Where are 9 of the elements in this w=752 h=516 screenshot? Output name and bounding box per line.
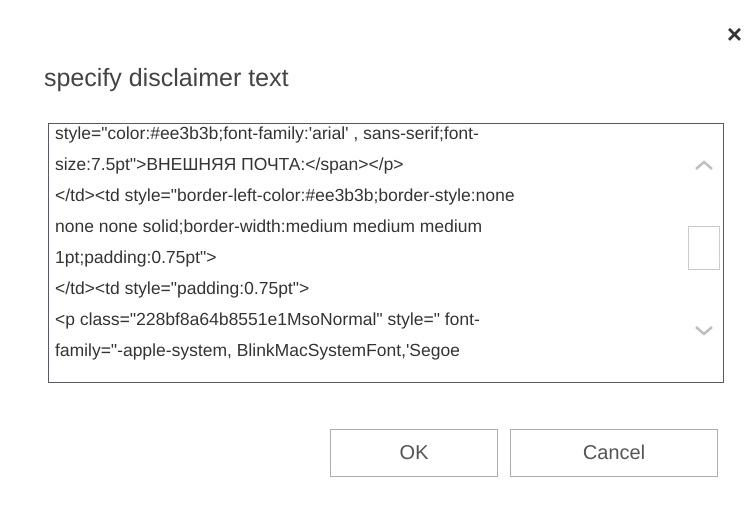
- cancel-button[interactable]: Cancel: [510, 429, 718, 477]
- field-text: style="color:#ee3b3b;font-family:'arial' , sans-serif;font- size:7.5pt">ВНЕШНЯЯ ПОЧТА:</span></p> </td><td style="border-left-color:#ee3b3b;border-style:none none none solid;border-width:medium medium medium 1pt;padding:0.75pt"> </td><td style="padding:0.75pt"> <p class="228bf8a64b8551e1MsoNormal" style=" font- family="-apple-system, BlinkMacSystemFont,'Segoe: [54, 124, 516, 362]
- close-button[interactable]: ×: [726, 18, 742, 50]
- scroll-up-icon[interactable]: [695, 160, 713, 170]
- scrollbar-thumb[interactable]: [688, 226, 720, 270]
- text-field[interactable]: [48, 123, 724, 383]
- ok-button[interactable]: OK: [330, 429, 498, 477]
- scroll-down-icon[interactable]: [695, 326, 713, 336]
- dialog-title: specify disclaimer text: [44, 64, 290, 93]
